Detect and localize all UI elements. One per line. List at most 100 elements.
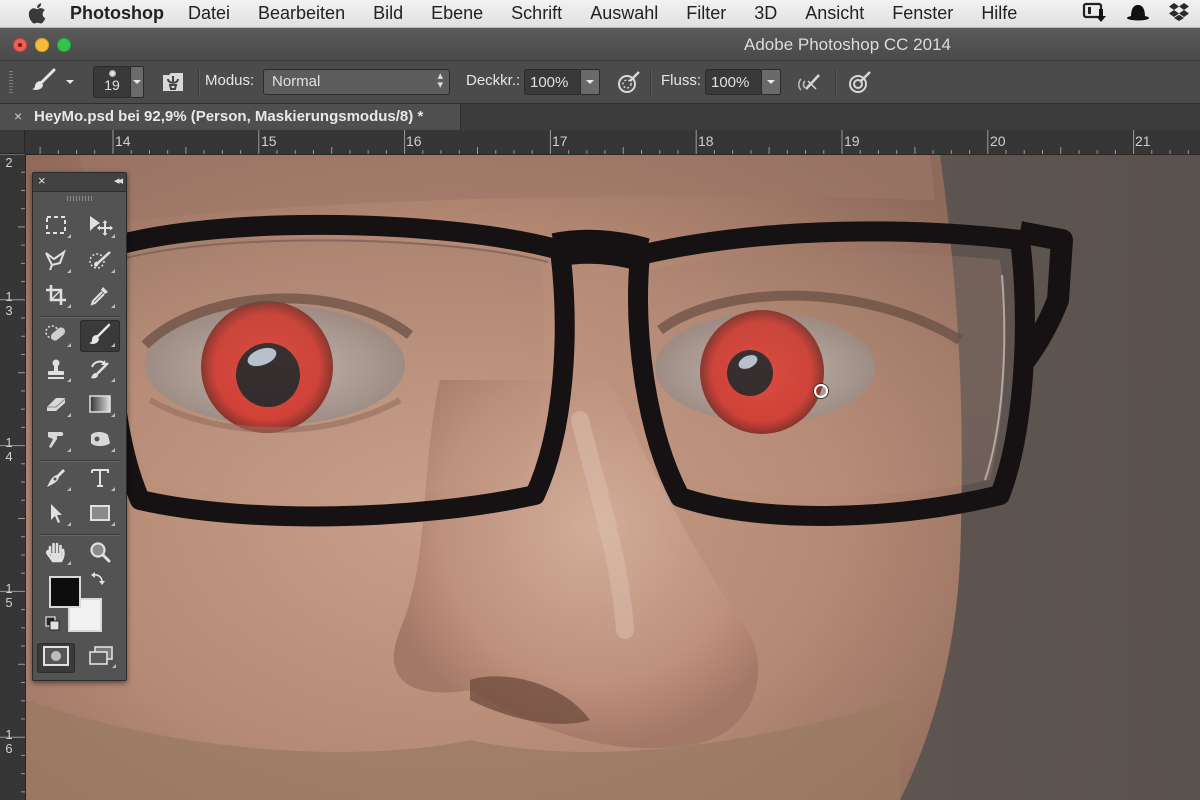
right-lens bbox=[648, 251, 1006, 497]
window-title: Adobe Photoshop CC 2014 bbox=[744, 35, 951, 54]
close-panel-button[interactable]: × bbox=[38, 173, 46, 188]
ruler-label: 19 bbox=[844, 133, 860, 149]
tools-panel-header[interactable]: × ◂◂ bbox=[33, 173, 126, 192]
ruler-ticks bbox=[0, 154, 25, 793]
polygonal-lasso-icon bbox=[44, 248, 68, 276]
pressure-opacity-button[interactable] bbox=[616, 69, 642, 95]
menu-hilfe[interactable]: Hilfe bbox=[981, 3, 1017, 24]
menu-auswahl[interactable]: Auswahl bbox=[590, 3, 658, 24]
left-lens bbox=[125, 237, 545, 498]
document-tab-title: HeyMo.psd bei 92,9% (Person, Maskierungs… bbox=[34, 108, 424, 125]
menu-fenster[interactable]: Fenster bbox=[892, 3, 953, 24]
flow-label: Fluss: bbox=[661, 72, 702, 89]
panel-grip[interactable] bbox=[66, 196, 93, 201]
airbrush-icon bbox=[796, 74, 822, 99]
crop-tool[interactable] bbox=[36, 281, 76, 313]
opacity-input[interactable]: 100% bbox=[524, 69, 581, 95]
pen-nib-icon bbox=[45, 467, 67, 494]
healing-bandage-icon bbox=[44, 323, 68, 350]
ruler-label: 13 bbox=[5, 289, 13, 318]
divider bbox=[198, 69, 199, 97]
eraser-tool[interactable] bbox=[36, 390, 76, 422]
smudge-tool[interactable] bbox=[36, 425, 76, 457]
opacity-dropdown-button[interactable] bbox=[580, 69, 600, 95]
bowler-hat-icon[interactable] bbox=[1126, 2, 1150, 27]
pen-tool[interactable] bbox=[36, 464, 76, 496]
document-canvas[interactable] bbox=[26, 155, 1200, 800]
horizontal-ruler[interactable]: 14 15 16 17 18 19 20 21 bbox=[25, 130, 1200, 155]
tool-options-bar: 19 Modus: Normal ▴ ▾ Deckkr.: 100% Fluss:… bbox=[0, 61, 1200, 104]
window-zoom-button[interactable] bbox=[57, 38, 71, 52]
document-tab[interactable]: × HeyMo.psd bei 92,9% (Person, Maskierun… bbox=[0, 104, 461, 130]
path-selection-tool[interactable] bbox=[36, 499, 76, 531]
pressure-size-button[interactable] bbox=[847, 69, 873, 95]
window-minimize-button[interactable] bbox=[35, 38, 49, 52]
menu-photoshop[interactable]: Photoshop bbox=[70, 3, 164, 24]
quick-selection-icon bbox=[88, 249, 112, 276]
default-colors-button[interactable] bbox=[45, 616, 61, 632]
brush-size-dropdown-button[interactable] bbox=[130, 66, 144, 98]
options-bar-grip[interactable] bbox=[9, 71, 13, 93]
brush-size-picker[interactable]: 19 bbox=[93, 66, 131, 98]
menu-3d[interactable]: 3D bbox=[754, 3, 777, 24]
ruler-label: 17 bbox=[552, 133, 568, 149]
spot-healing-tool[interactable] bbox=[36, 320, 76, 352]
dropbox-icon[interactable] bbox=[1168, 2, 1190, 27]
blend-mode-select[interactable]: Normal ▴ ▾ bbox=[263, 69, 450, 95]
menu-ebene[interactable]: Ebene bbox=[431, 3, 483, 24]
menu-bild[interactable]: Bild bbox=[373, 3, 403, 24]
swap-colors-button[interactable] bbox=[90, 571, 106, 587]
ruler-label: 2 bbox=[5, 155, 13, 170]
ruler-label: 15 bbox=[261, 133, 277, 149]
menu-ansicht[interactable]: Ansicht bbox=[805, 3, 864, 24]
vertical-ruler[interactable]: 2 13 14 15 16 bbox=[0, 154, 26, 800]
history-brush-tool[interactable] bbox=[80, 355, 120, 387]
brush-panel-button[interactable] bbox=[161, 70, 185, 94]
ruler-origin[interactable] bbox=[0, 130, 25, 154]
brush-icon bbox=[30, 67, 58, 98]
zoom-tool[interactable] bbox=[80, 538, 120, 570]
menu-bearbeiten[interactable]: Bearbeiten bbox=[258, 3, 345, 24]
pen-tablet-icon[interactable] bbox=[1082, 1, 1108, 28]
screen-mode-button[interactable] bbox=[81, 643, 121, 673]
gradient-tool[interactable] bbox=[80, 390, 120, 422]
flow-input[interactable]: 100% bbox=[705, 69, 762, 95]
quick-selection-tool[interactable] bbox=[80, 246, 120, 278]
eyedropper-tool[interactable] bbox=[80, 281, 120, 313]
type-tool[interactable] bbox=[80, 464, 120, 496]
divider bbox=[650, 69, 651, 97]
rectangular-marquee-tool[interactable] bbox=[36, 211, 76, 243]
screen-mode-icon bbox=[88, 645, 114, 671]
foreground-color-swatch[interactable] bbox=[49, 576, 81, 608]
tool-preset-picker[interactable] bbox=[30, 67, 78, 98]
rectangle-shape-tool[interactable] bbox=[80, 499, 120, 531]
eyedropper-icon bbox=[89, 284, 111, 311]
ruler-label: 15 bbox=[5, 581, 13, 610]
apple-menu-icon[interactable] bbox=[26, 3, 48, 25]
ruler-label: 16 bbox=[406, 133, 422, 149]
airbrush-button[interactable] bbox=[796, 69, 822, 95]
menu-datei[interactable]: Datei bbox=[188, 3, 230, 24]
hand-icon bbox=[45, 541, 67, 568]
divider bbox=[39, 460, 120, 461]
dodge-tool[interactable] bbox=[80, 425, 120, 457]
lasso-tool[interactable] bbox=[36, 246, 76, 278]
clone-stamp-tool[interactable] bbox=[36, 355, 76, 387]
ruler-ticks bbox=[39, 130, 1189, 154]
menu-filter[interactable]: Filter bbox=[686, 3, 726, 24]
window-close-button[interactable] bbox=[13, 38, 27, 52]
close-tab-button[interactable]: × bbox=[14, 108, 22, 124]
history-brush-icon bbox=[88, 358, 112, 385]
ruler-label: 14 bbox=[5, 435, 13, 464]
brush-tool[interactable] bbox=[80, 320, 120, 352]
menu-extras bbox=[1082, 2, 1190, 26]
brush-tip-preview-icon bbox=[108, 70, 116, 77]
menu-schrift[interactable]: Schrift bbox=[511, 3, 562, 24]
gradient-icon bbox=[89, 394, 111, 418]
brush-icon bbox=[88, 323, 112, 350]
flow-dropdown-button[interactable] bbox=[761, 69, 781, 95]
quick-mask-mode-button[interactable] bbox=[37, 643, 75, 673]
hand-tool[interactable] bbox=[36, 538, 76, 570]
collapse-panel-button[interactable]: ◂◂ bbox=[114, 174, 123, 187]
move-tool[interactable] bbox=[80, 211, 120, 243]
